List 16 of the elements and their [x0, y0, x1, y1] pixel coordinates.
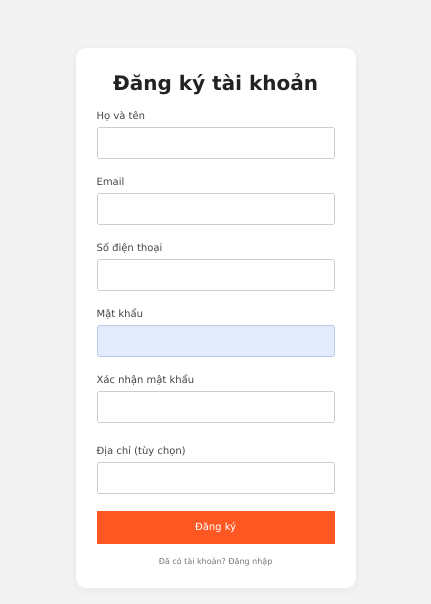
- field-label: Họ và tên: [96, 110, 146, 123]
- login-link[interactable]: Đăng nhập: [228, 557, 272, 566]
- login-prompt: Đã có tài khoản?: [158, 557, 226, 566]
- field-label: Email: [96, 176, 126, 189]
- register-button[interactable]: Đăng ký: [96, 511, 334, 544]
- field-label: Địa chỉ (tùy chọn): [96, 445, 187, 458]
- input-field[interactable]: [96, 325, 334, 357]
- field-label: Mật khẩu: [96, 308, 144, 321]
- form-title: Đăng ký tài khoản: [112, 70, 319, 96]
- input-field[interactable]: [96, 193, 334, 225]
- input-field[interactable]: [96, 127, 334, 159]
- input-field[interactable]: [96, 391, 334, 423]
- field-label: Xác nhận mật khẩu: [96, 374, 196, 387]
- input-field[interactable]: [96, 259, 334, 291]
- input-field[interactable]: [96, 462, 334, 494]
- field-label: Số điện thoại: [96, 242, 164, 255]
